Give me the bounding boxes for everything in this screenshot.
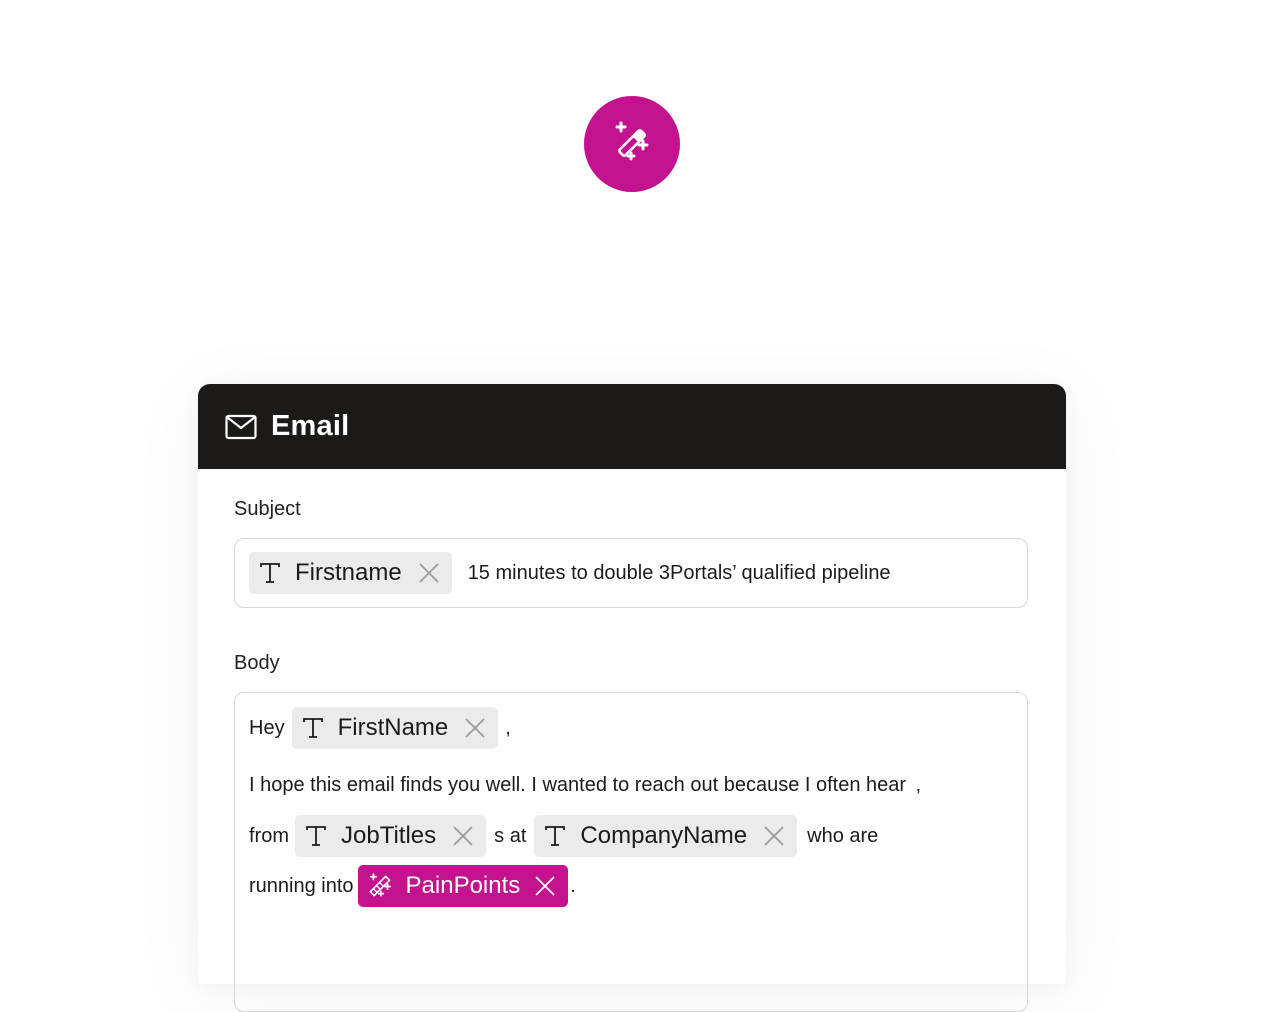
subject-field[interactable]: Firstname 15 minutes to double 3Portals’… xyxy=(234,538,1028,608)
card-header: Email xyxy=(198,384,1066,469)
text-type-icon xyxy=(545,826,566,846)
subject-label: Subject xyxy=(234,498,301,520)
period-text: . xyxy=(570,874,576,897)
running-into-text: running into xyxy=(249,874,354,897)
comma-text: , xyxy=(505,716,511,739)
variable-chip-firstname[interactable]: Firstname xyxy=(249,552,452,594)
email-card: Email Subject Firstname 15 minutes to do… xyxy=(198,384,1066,1012)
subject-text: 15 minutes to double 3Portals’ qualified… xyxy=(467,561,891,584)
body-line-painpoints: running into PainPoints . xyxy=(249,865,576,907)
chip-label: JobTitles xyxy=(341,822,437,849)
intro-text: I hope this email finds you well. I want… xyxy=(249,774,907,796)
body-line-intro: I hope this email finds you well. I want… xyxy=(249,774,921,797)
body-line-greeting: Hey FirstName , xyxy=(249,707,511,749)
ai-step-node[interactable] xyxy=(584,96,680,192)
card-title: Email xyxy=(271,410,350,442)
chip-label: CompanyName xyxy=(580,822,748,849)
chip-label: FirstName xyxy=(337,714,449,741)
variable-chip-firstname[interactable]: FirstName xyxy=(291,707,499,749)
body-line-roles: from JobTitles s at CompanyName who are xyxy=(249,815,878,857)
who-are-text: who are xyxy=(807,824,879,847)
ai-variable-chip-painpoints[interactable]: PainPoints xyxy=(357,865,569,907)
mail-icon xyxy=(225,414,257,439)
body-label: Body xyxy=(234,652,280,674)
close-icon[interactable] xyxy=(534,875,556,897)
chip-label: PainPoints xyxy=(405,872,521,899)
variable-chip-companyname[interactable]: CompanyName xyxy=(534,815,798,857)
chip-label: Firstname xyxy=(295,559,402,586)
from-text: from xyxy=(249,824,289,847)
magic-wand-icon xyxy=(615,121,649,161)
close-icon[interactable] xyxy=(763,825,785,847)
intro-mark: ‚ xyxy=(916,774,921,796)
close-icon[interactable] xyxy=(418,562,440,584)
text-type-icon xyxy=(260,563,280,583)
text-type-icon xyxy=(306,826,326,846)
variable-chip-jobtitles[interactable]: JobTitles xyxy=(295,815,487,857)
close-icon[interactable] xyxy=(452,825,474,847)
at-text: s at xyxy=(494,824,527,847)
close-icon[interactable] xyxy=(464,717,486,739)
body-field[interactable]: Hey FirstName , I hope this email finds … xyxy=(234,692,1028,1012)
text-type-icon xyxy=(302,718,323,738)
magic-wand-icon xyxy=(368,873,391,897)
greeting-text: Hey xyxy=(249,716,285,739)
flow-connector xyxy=(630,194,633,384)
